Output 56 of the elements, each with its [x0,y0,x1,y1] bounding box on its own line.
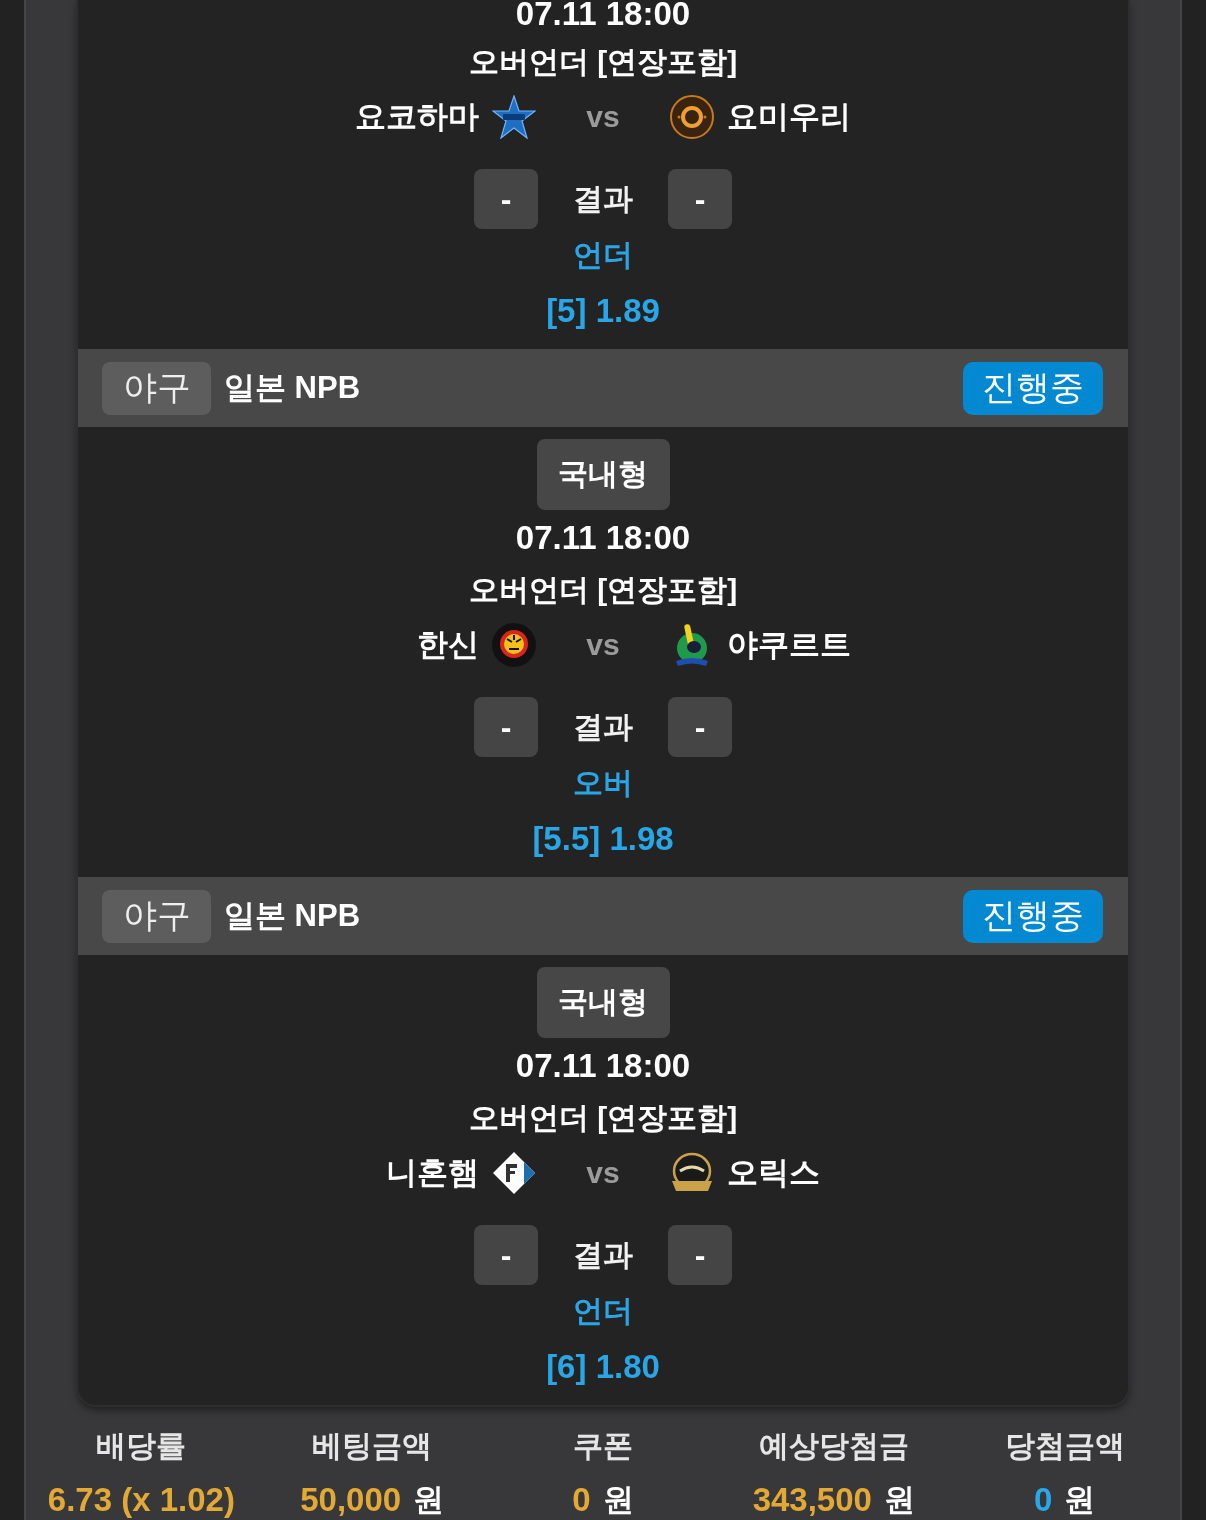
match-date: 07.11 18:00 [515,0,691,28]
bet-type-badge: 국내형 [536,439,670,510]
league-name: 일본 NPB [224,897,361,935]
match-date: 07.11 18:00 [515,524,691,552]
team-name: 요미우리 [727,98,851,136]
bet-type-badge: 국내형 [536,967,670,1038]
summary-label: 베팅금액 [312,1428,433,1464]
sport-badge: 야구 [102,889,211,943]
status-badge: 진행중 [963,889,1103,943]
versus-label: vs [585,628,621,662]
market-name: 오버언더 [연장포함] [468,572,738,608]
result-label: 결과 [573,1236,633,1273]
score-box: - [668,1225,732,1285]
currency-unit: 원 [1064,1481,1096,1519]
score-box: - [668,697,732,757]
pick-label: 오버 [573,765,633,801]
summary-value: 0 [572,1480,591,1520]
team-name: 오릭스 [727,1154,820,1192]
league-name: 일본 NPB [224,369,361,407]
star-emblem-icon [492,95,536,139]
odds-label: [5] 1.89 [546,291,660,331]
odds-label: [5.5] 1.98 [532,819,674,859]
summary-value: 6.73 (x 1.02) [47,1480,235,1520]
score-box: - [474,697,538,757]
sport-badge: 야구 [102,361,211,415]
team-name: 요코하마 [355,98,479,136]
market-name: 오버언더 [연장포함] [468,44,738,80]
result-label: 결과 [573,708,633,745]
currency-unit: 원 [883,1481,915,1519]
pick-label: 언더 [573,1293,633,1329]
summary-label: 예상당첨금 [758,1428,909,1464]
team-name: 니혼햄 [386,1154,479,1192]
versus-label: vs [585,100,621,134]
pick-label: 언더 [573,237,633,273]
status-badge: 진행중 [963,361,1103,415]
result-label: 결과 [573,180,633,217]
ring-emblem-icon [670,95,714,139]
summary-value: 50,000 [300,1480,402,1520]
summary-label: 쿠폰 [573,1428,633,1464]
diamond-emblem-icon [492,1151,536,1195]
currency-unit: 원 [602,1481,634,1519]
score-box: - [474,169,538,229]
versus-label: vs [585,1156,621,1190]
summary-label: 당첨금액 [1004,1428,1125,1464]
market-name: 오버언더 [연장포함] [468,1100,738,1136]
odds-label: [6] 1.80 [546,1347,660,1387]
summary-value: 343,500 [752,1480,872,1520]
summary-label: 배당률 [96,1428,187,1464]
team-name: 야쿠르트 [727,626,851,664]
team-name: 한신 [417,626,479,664]
score-box: - [668,169,732,229]
match-date: 07.11 18:00 [515,1052,691,1080]
summary-value: 0 [1033,1480,1053,1520]
score-box: - [474,1225,538,1285]
round-emblem-icon [492,623,536,667]
currency-unit: 원 [413,1481,445,1519]
